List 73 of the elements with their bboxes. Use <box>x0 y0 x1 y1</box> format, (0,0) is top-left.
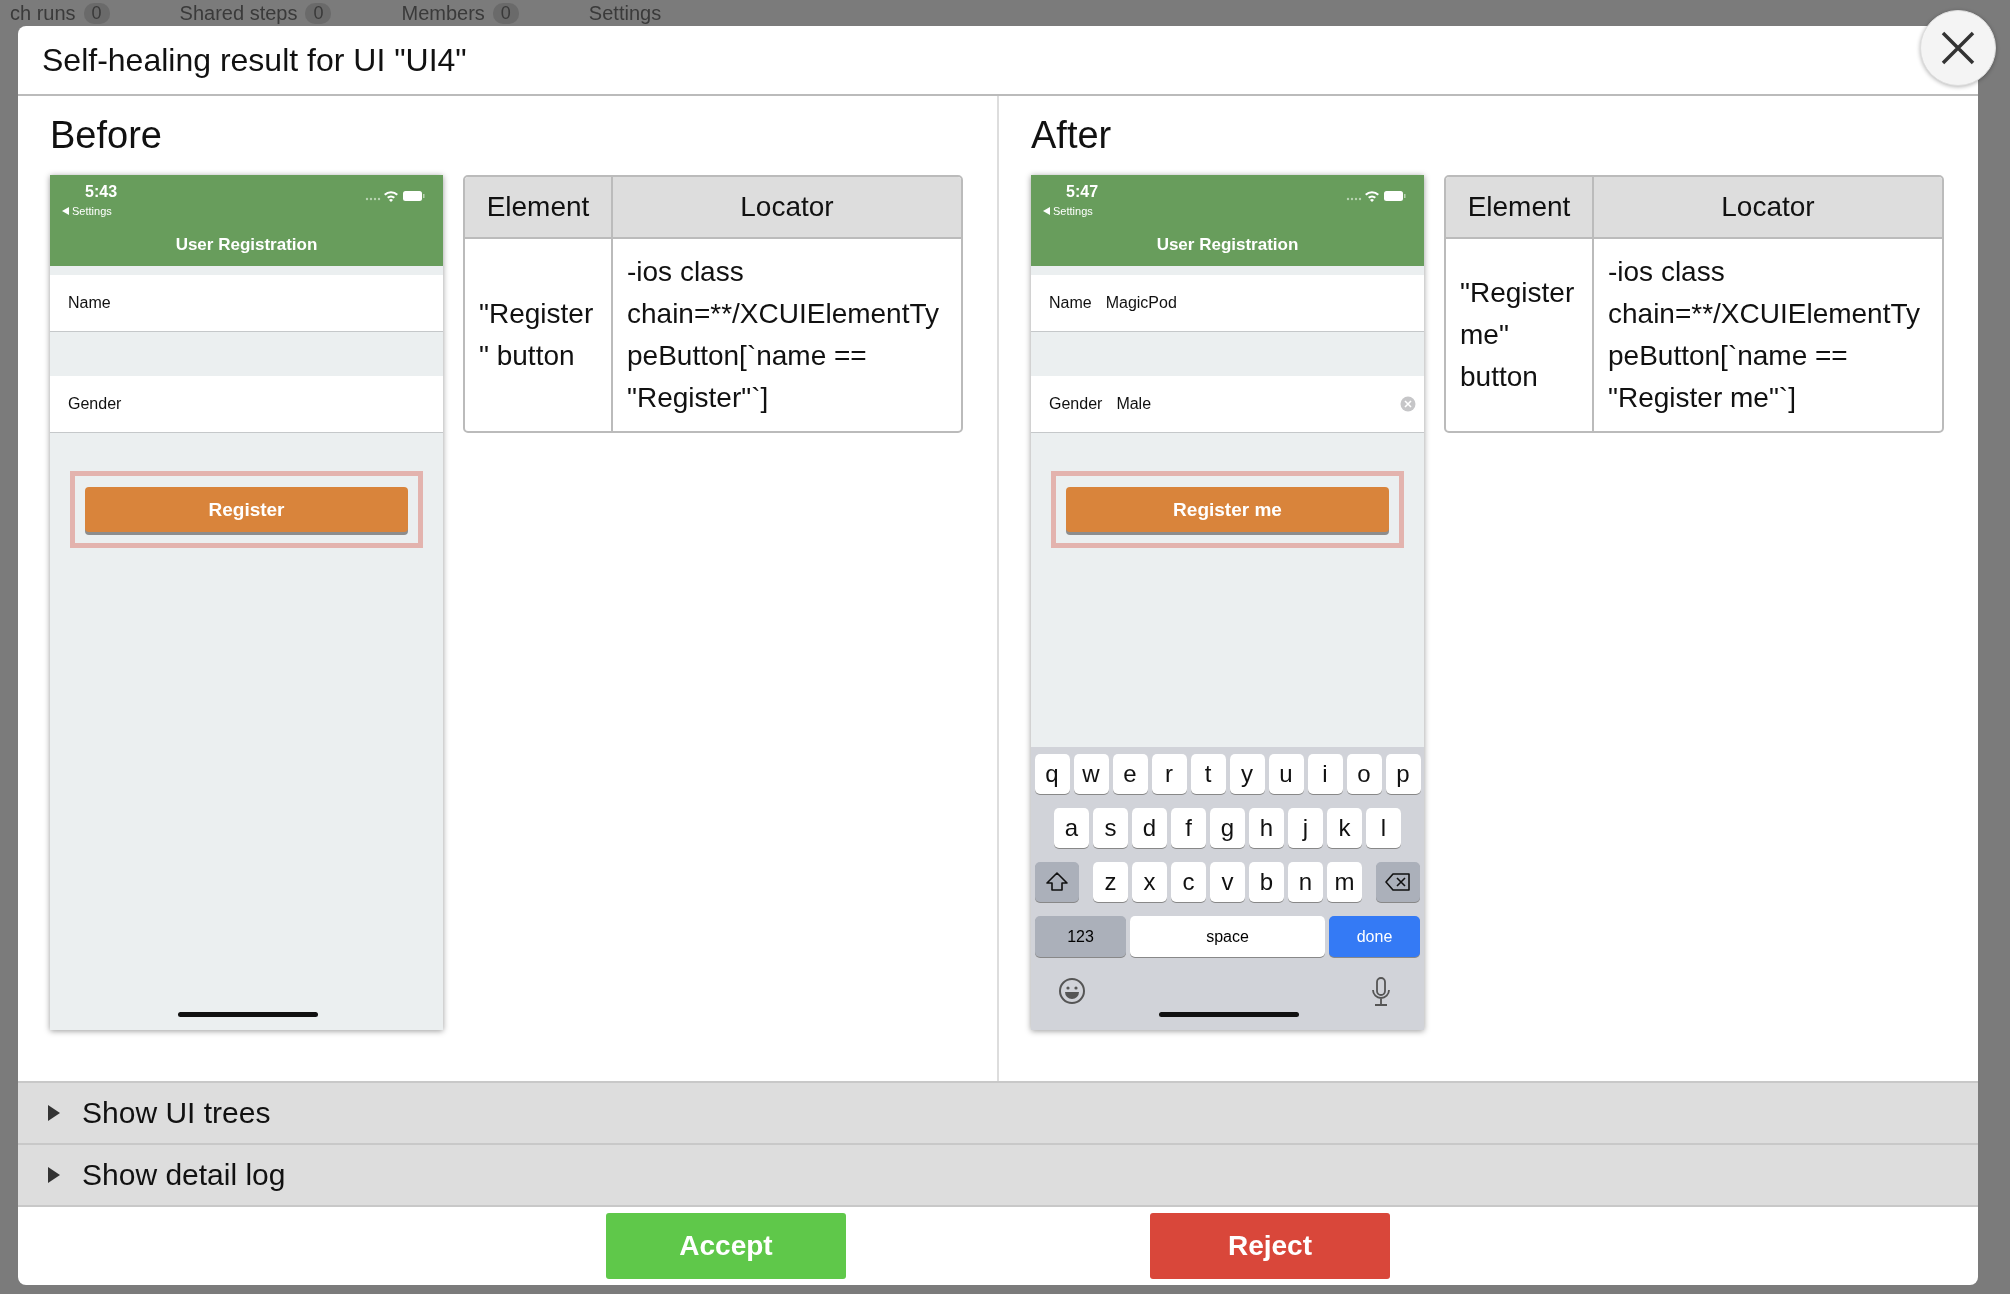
panel-heading: After <box>1031 114 1113 157</box>
back-triangle-icon <box>62 207 69 215</box>
column-header: Element <box>465 177 611 239</box>
microphone-icon[interactable] <box>1371 977 1391 1007</box>
backspace-icon <box>1385 873 1411 891</box>
key[interactable]: t <box>1190 754 1226 794</box>
key[interactable]: a <box>1054 808 1089 848</box>
column-header: Locator <box>611 177 961 239</box>
collapsible-section[interactable]: Show UI trees <box>18 1081 1978 1143</box>
expand-triangle-icon <box>48 1105 60 1121</box>
key[interactable]: q <box>1034 754 1070 794</box>
key[interactable]: l <box>1366 808 1401 848</box>
shift-key[interactable] <box>1035 862 1079 902</box>
key[interactable]: x <box>1132 862 1167 902</box>
tab-label: ch runs <box>10 1 76 25</box>
screen-title: User Registration <box>174 235 319 255</box>
status-time: 5:43 <box>85 183 118 201</box>
tab-label: Members <box>401 1 485 25</box>
key[interactable]: z <box>1093 862 1128 902</box>
key[interactable]: w <box>1073 754 1109 794</box>
field-value: Male <box>1116 395 1153 413</box>
close-button[interactable] <box>1920 10 1996 86</box>
space-key[interactable]: space <box>1130 916 1325 957</box>
field-label: Gender <box>68 395 122 413</box>
reject-button[interactable]: Reject <box>1150 1213 1390 1279</box>
table-cell: -ios class chain=**/XCUIElementTypeButton[`name == "Register"`] <box>611 239 961 431</box>
done-key[interactable]: done <box>1329 916 1420 957</box>
key[interactable]: m <box>1327 862 1362 902</box>
key[interactable]: k <box>1327 808 1362 848</box>
key[interactable]: f <box>1171 808 1206 848</box>
close-icon <box>1940 30 1976 66</box>
backspace-key[interactable] <box>1376 862 1420 902</box>
screen-title: User Registration <box>1155 235 1300 255</box>
key[interactable]: e <box>1112 754 1148 794</box>
column-header: Element <box>1446 177 1592 239</box>
table-cell: -ios class chain=**/XCUIElementTypeButton[`name == "Register me"`] <box>1592 239 1942 431</box>
key[interactable]: j <box>1288 808 1323 848</box>
key[interactable]: u <box>1268 754 1304 794</box>
column-header: Locator <box>1592 177 1942 239</box>
key[interactable]: s <box>1093 808 1128 848</box>
field-value: MagicPod <box>1105 294 1178 312</box>
status-time: 5:47 <box>1066 183 1099 201</box>
key[interactable]: d <box>1132 808 1167 848</box>
dialog-title: Self-healing result for UI "UI4" <box>42 41 467 79</box>
key[interactable]: v <box>1210 862 1245 902</box>
field-label: Gender <box>1049 395 1103 413</box>
key[interactable]: y <box>1229 754 1265 794</box>
status-icons <box>1346 189 1406 203</box>
key[interactable]: i <box>1307 754 1343 794</box>
back-triangle-icon <box>1043 207 1050 215</box>
key[interactable]: n <box>1288 862 1323 902</box>
shift-icon <box>1046 872 1068 892</box>
key[interactable]: h <box>1249 808 1284 848</box>
section-label: Show UI trees <box>82 1096 271 1130</box>
key[interactable]: g <box>1210 808 1245 848</box>
table-cell-text: "Register" button <box>478 297 595 373</box>
status-icons <box>365 189 425 203</box>
key[interactable]: p <box>1385 754 1421 794</box>
section-label: Show detail log <box>82 1158 286 1192</box>
collapsible-section[interactable]: Show detail log <box>18 1143 1978 1205</box>
key[interactable]: r <box>1151 754 1187 794</box>
key[interactable]: c <box>1171 862 1206 902</box>
expand-triangle-icon <box>48 1167 60 1183</box>
key[interactable]: b <box>1249 862 1284 902</box>
numbers-key[interactable]: 123 <box>1035 916 1126 957</box>
field-label: Name <box>1049 294 1092 312</box>
table-cell-text: "Register me" button <box>1459 276 1576 394</box>
tab-label: Shared steps <box>179 1 298 25</box>
panel-heading: Before <box>50 114 163 157</box>
key[interactable]: o <box>1346 754 1382 794</box>
emoji-icon[interactable] <box>1058 977 1086 1005</box>
tab-label: Settings <box>588 1 662 25</box>
field-label: Name <box>68 294 111 312</box>
